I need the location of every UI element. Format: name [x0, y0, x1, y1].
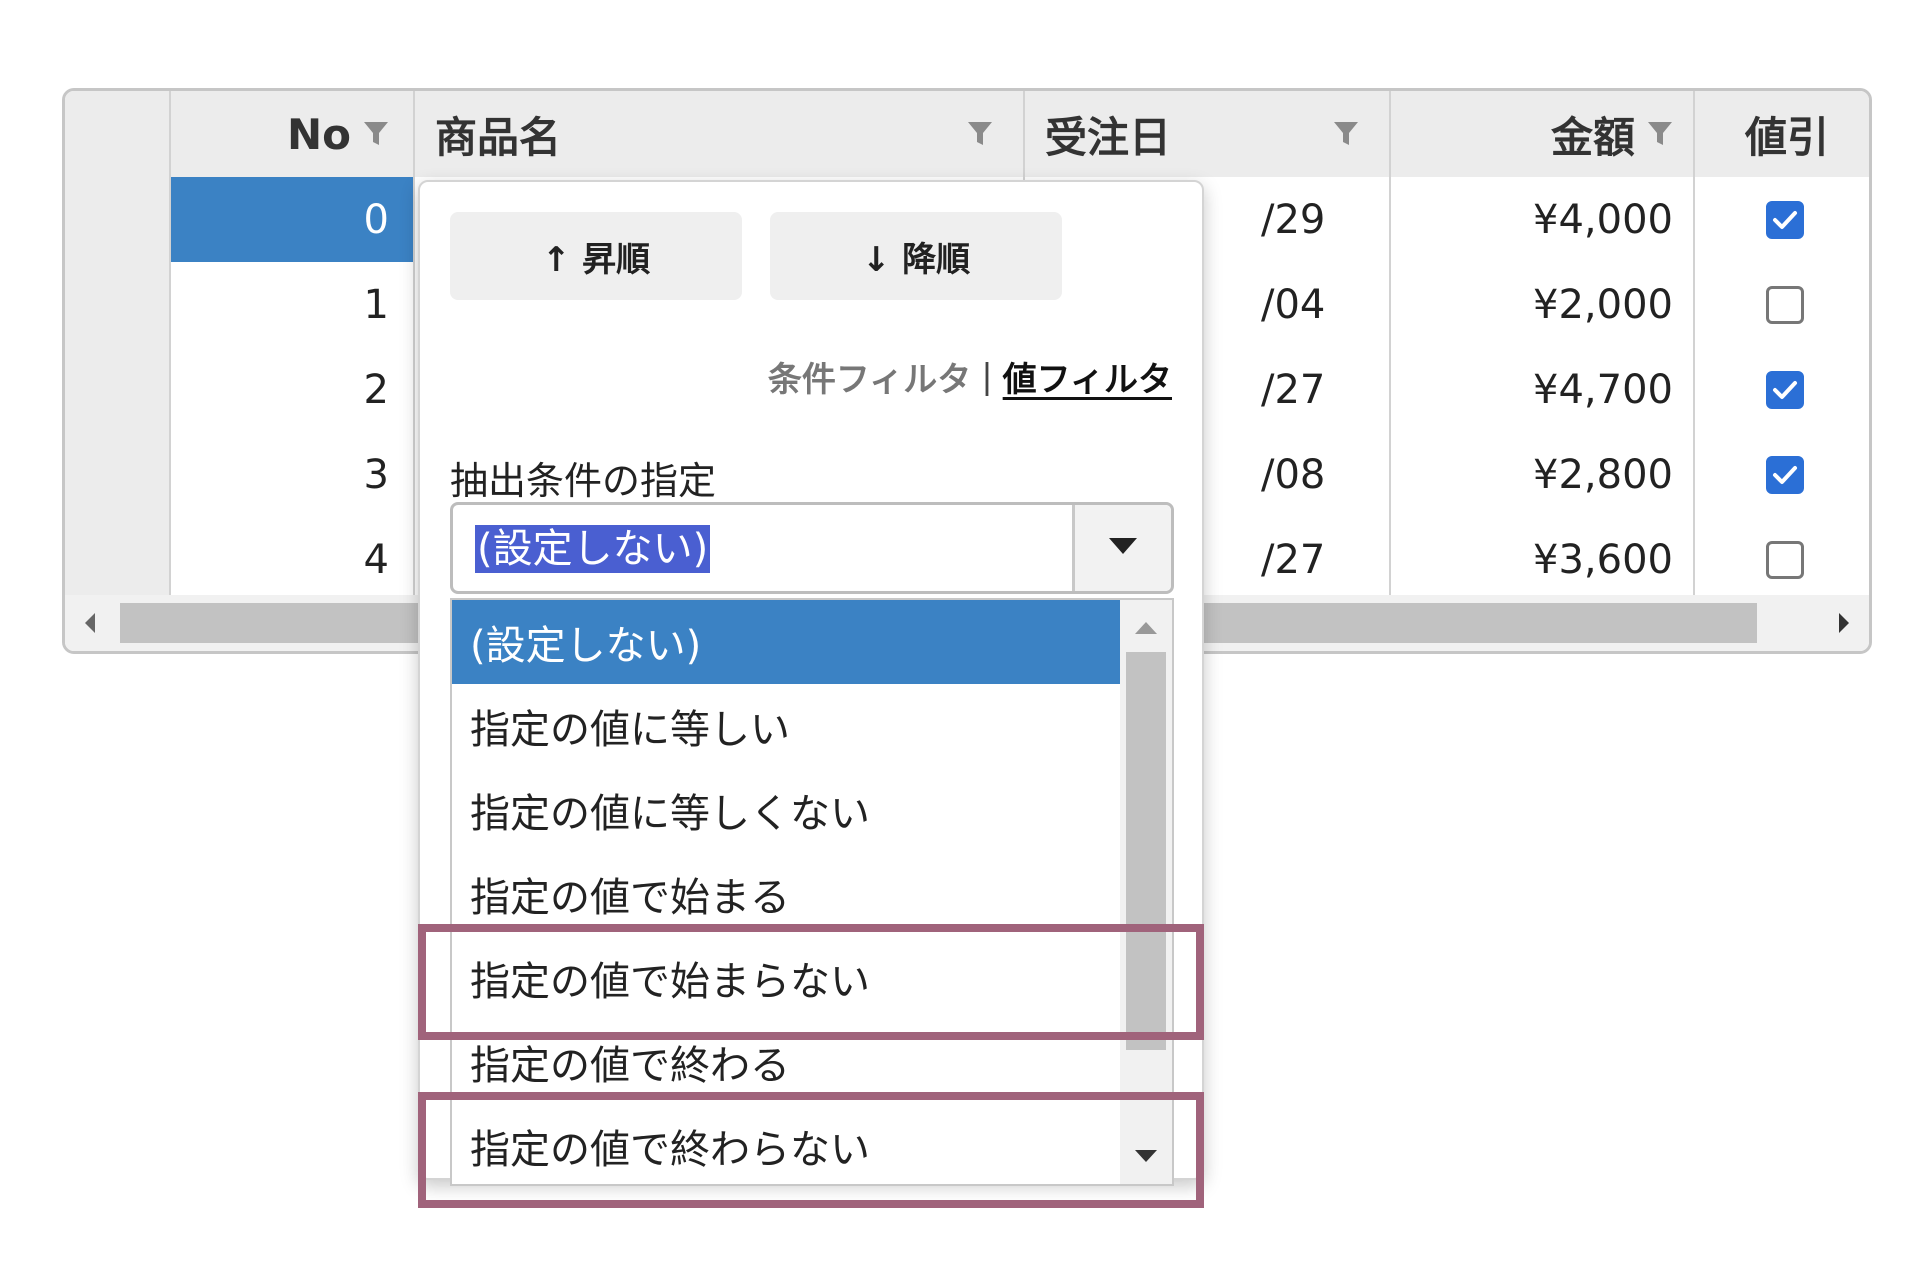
cell-no[interactable]: 1	[171, 262, 415, 347]
dropdown-option[interactable]: 指定の値で終わらない	[452, 1104, 1122, 1184]
dropdown-option[interactable]: (設定しない)	[452, 600, 1122, 684]
cell-no-text: 3	[363, 451, 389, 498]
cell-discount[interactable]	[1695, 262, 1869, 347]
cell-discount[interactable]	[1695, 432, 1869, 517]
cell-no[interactable]: 3	[171, 432, 415, 517]
cell-amount-text: ¥3,600	[1533, 536, 1673, 583]
row-header[interactable]	[65, 517, 171, 602]
cell-date-text: /04	[1261, 281, 1326, 328]
column-header-no-label: No	[286, 109, 351, 159]
chevron-down-icon	[1108, 537, 1138, 559]
cell-amount[interactable]: ¥2,800	[1391, 432, 1695, 517]
cell-amount[interactable]: ¥3,600	[1391, 517, 1695, 602]
filter-icon[interactable]	[967, 120, 993, 148]
grid-header-row: No 商品名 受注日 金額 値引	[65, 91, 1869, 179]
check-icon	[1773, 380, 1797, 399]
check-icon	[1773, 210, 1797, 229]
discount-checkbox[interactable]	[1766, 200, 1804, 239]
discount-checkbox[interactable]	[1766, 370, 1804, 409]
cell-no[interactable]: 0	[171, 177, 415, 262]
column-header-discount[interactable]: 値引	[1695, 91, 1869, 177]
value-filter-link[interactable]: 値フィルタ	[1003, 352, 1172, 401]
cell-no-text: 0	[363, 196, 389, 243]
cell-discount[interactable]	[1695, 347, 1869, 432]
column-header-date-label: 受注日	[1045, 112, 1172, 162]
filter-icon[interactable]	[1333, 120, 1359, 148]
sort-descending-button[interactable]: ↓ 降順	[770, 212, 1062, 300]
dropdown-option[interactable]: 指定の値で始まらない	[452, 936, 1122, 1020]
column-header-name[interactable]: 商品名	[415, 91, 1025, 177]
scroll-down-icon[interactable]	[1120, 1132, 1172, 1180]
cell-amount[interactable]: ¥4,700	[1391, 347, 1695, 432]
column-filter-editor: ↑ 昇順 ↓ 降順 条件フィルタ | 値フィルタ 抽出条件の指定 (設定しない)…	[418, 180, 1204, 1186]
filter-icon[interactable]	[1647, 120, 1673, 148]
top-left-cell	[65, 91, 171, 177]
cell-date-text: /27	[1261, 366, 1326, 413]
cell-date-text: /27	[1261, 536, 1326, 583]
cell-no[interactable]: 2	[171, 347, 415, 432]
cell-amount-text: ¥2,800	[1533, 451, 1673, 498]
filter-mode-links: 条件フィルタ | 値フィルタ	[768, 352, 1172, 401]
row-header[interactable]	[65, 262, 171, 347]
column-header-date[interactable]: 受注日	[1025, 91, 1391, 177]
scroll-left-icon[interactable]	[65, 595, 115, 651]
condition-label: 抽出条件の指定	[450, 459, 717, 503]
condition-dropdown-list[interactable]: (設定しない) 指定の値に等しい 指定の値に等しくない 指定の値で始まる 指定の値で始ま…	[450, 598, 1174, 1186]
cell-amount[interactable]: ¥2,000	[1391, 262, 1695, 347]
column-header-amount-label: 金額	[1550, 112, 1635, 162]
cell-amount-text: ¥4,700	[1533, 366, 1673, 413]
row-header[interactable]	[65, 177, 171, 262]
column-header-amount[interactable]: 金額	[1391, 91, 1695, 177]
scroll-up-icon[interactable]	[1120, 604, 1172, 652]
cell-discount[interactable]	[1695, 517, 1869, 602]
vertical-scrollbar[interactable]	[1120, 600, 1172, 1184]
dropdown-option[interactable]: 指定の値に等しい	[452, 684, 1122, 768]
cell-discount[interactable]	[1695, 177, 1869, 262]
vertical-scroll-thumb[interactable]	[1126, 652, 1166, 1050]
cell-no-text: 2	[363, 366, 389, 413]
cell-date-text: /08	[1261, 451, 1326, 498]
cell-amount-text: ¥2,000	[1533, 281, 1673, 328]
cell-no-text: 4	[363, 536, 389, 583]
mode-separator: |	[981, 356, 993, 397]
discount-checkbox[interactable]	[1766, 540, 1804, 579]
column-header-no[interactable]: No	[171, 91, 415, 177]
row-header[interactable]	[65, 347, 171, 432]
row-header[interactable]	[65, 432, 171, 517]
sort-ascending-button[interactable]: ↑ 昇順	[450, 212, 742, 300]
cell-amount[interactable]: ¥4,000	[1391, 177, 1695, 262]
check-icon	[1773, 465, 1797, 484]
column-header-name-label: 商品名	[435, 112, 562, 162]
condition-combobox[interactable]: (設定しない)	[450, 502, 1174, 594]
condition-filter-link[interactable]: 条件フィルタ	[768, 352, 971, 401]
cell-date-text: /29	[1261, 196, 1326, 243]
discount-checkbox[interactable]	[1766, 285, 1804, 324]
cell-no-text: 1	[363, 281, 389, 328]
cell-amount-text: ¥4,000	[1533, 196, 1673, 243]
dropdown-toggle-button[interactable]	[1072, 505, 1171, 591]
dropdown-option[interactable]: 指定の値に等しくない	[452, 768, 1122, 852]
condition-combobox-text[interactable]: (設定しない)	[475, 525, 711, 573]
filter-icon[interactable]	[363, 120, 389, 148]
cell-no[interactable]: 4	[171, 517, 415, 602]
dropdown-option[interactable]: 指定の値で始まる	[452, 852, 1122, 936]
scroll-right-icon[interactable]	[1819, 595, 1869, 651]
discount-checkbox[interactable]	[1766, 455, 1804, 494]
dropdown-option[interactable]: 指定の値で終わる	[452, 1020, 1122, 1104]
column-header-discount-label: 値引	[1745, 112, 1830, 162]
